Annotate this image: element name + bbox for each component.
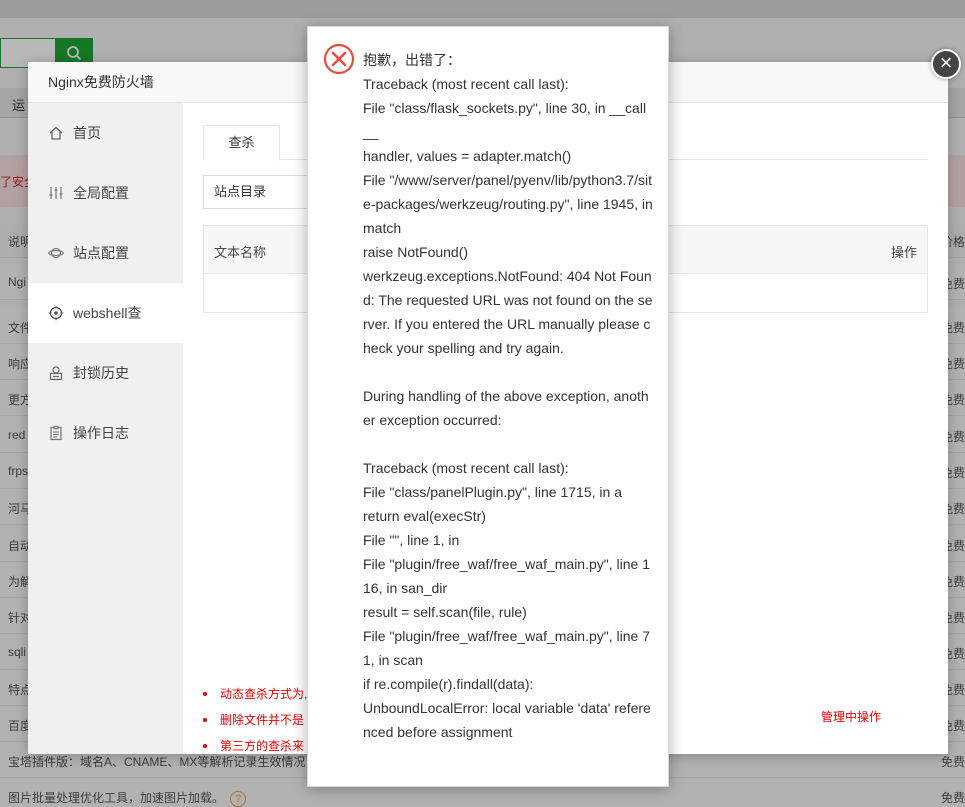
plugin-sidebar: 首页 全局配置 站点配置 webshell查 封锁历史 操作日志 — [28, 103, 183, 754]
sidebar-item-global-config[interactable]: 全局配置 — [28, 163, 183, 223]
sidebar-item-label: 全局配置 — [73, 185, 129, 201]
close-window-button[interactable]: × — [931, 49, 961, 79]
error-x-icon — [323, 43, 355, 75]
block-icon — [49, 366, 63, 381]
sidebar-item-label: 站点配置 — [73, 245, 129, 261]
tab-scan[interactable]: 查杀 — [203, 125, 280, 161]
note-item: 删除文件并不是 — [203, 711, 307, 737]
sidebar-item-site-config[interactable]: 站点配置 — [28, 223, 183, 283]
home-icon — [49, 126, 63, 140]
sliders-icon — [49, 187, 63, 199]
error-message: 抱歉，出错了： Traceback (most recent call last… — [363, 52, 653, 740]
sidebar-item-webshell[interactable]: webshell查 — [28, 283, 183, 343]
sidebar-item-label: 首页 — [73, 125, 101, 141]
note-item: 动态查杀方式为, — [203, 685, 307, 711]
sidebar-item-label: 封锁历史 — [73, 365, 129, 381]
sidebar-item-operation-log[interactable]: 操作日志 — [28, 403, 183, 463]
sidebar-item-label: webshell查 — [73, 305, 142, 321]
notes-list: 动态查杀方式为, 删除文件并不是 第三方的查杀来 — [203, 685, 307, 763]
error-dialog: 抱歉，出错了： Traceback (most recent call last… — [307, 26, 669, 787]
target-icon — [48, 305, 64, 321]
sidebar-item-home[interactable]: 首页 — [28, 103, 183, 163]
note-item: 第三方的查杀来 — [203, 737, 307, 763]
sidebar-item-label: 操作日志 — [73, 425, 129, 441]
clipboard-icon — [50, 425, 62, 441]
col-action: 操作 — [890, 245, 917, 260]
col-file-name: 文本名称 — [214, 245, 267, 260]
planet-icon — [48, 247, 64, 259]
site-directory-select[interactable]: 站点目录 — [203, 175, 313, 209]
sidebar-item-block-history[interactable]: 封锁历史 — [28, 343, 183, 403]
note-tail: 管理中操作 — [821, 710, 882, 724]
